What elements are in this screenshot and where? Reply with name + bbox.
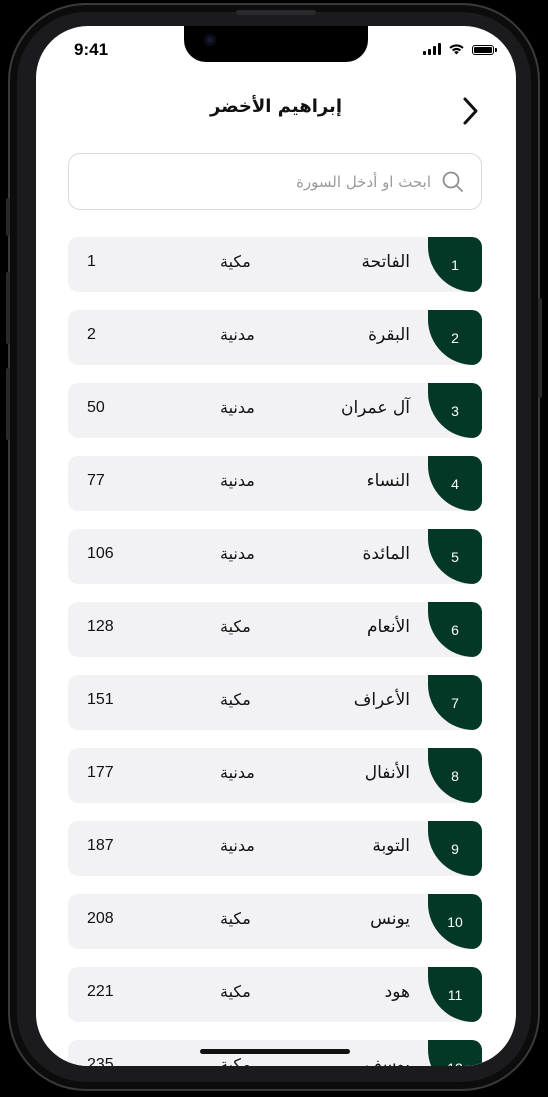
silent-switch bbox=[6, 198, 10, 236]
surah-type: مدنية bbox=[220, 763, 255, 782]
surah-row[interactable]: 7 الأعراف مكية 151 bbox=[68, 675, 482, 730]
surah-number-badge: 3 bbox=[428, 383, 482, 438]
surah-row[interactable]: 11 هود مكية 221 bbox=[68, 967, 482, 1022]
surah-type: مدنية bbox=[220, 836, 255, 855]
back-button[interactable] bbox=[458, 94, 482, 128]
surah-type: مكية bbox=[220, 252, 251, 271]
home-indicator[interactable] bbox=[200, 1049, 350, 1054]
search-input[interactable]: ابحث او أدخل السورة bbox=[296, 173, 431, 191]
surah-number-badge: 1 bbox=[428, 237, 482, 292]
status-time: 9:41 bbox=[74, 40, 109, 59]
search-icon[interactable] bbox=[441, 170, 465, 194]
surah-name: الأعراف bbox=[353, 690, 410, 710]
surah-name: يونس bbox=[370, 909, 410, 929]
surah-type: مدنية bbox=[220, 398, 255, 417]
surah-verse-count: 151 bbox=[87, 691, 114, 708]
surah-row[interactable]: 3 آل عمران مدنية 50 bbox=[68, 383, 482, 438]
surah-type: مكية bbox=[220, 982, 251, 1001]
surah-name: النساء bbox=[366, 471, 410, 491]
volume-down-button bbox=[6, 368, 10, 440]
screen: 9:41 إبراهيم الأخضر ابحث او أدخل السورة … bbox=[36, 26, 516, 1066]
header: إبراهيم الأخضر bbox=[36, 88, 516, 134]
surah-row[interactable]: 4 النساء مدنية 77 bbox=[68, 456, 482, 511]
surah-name: الأنفال bbox=[364, 763, 410, 783]
surah-name: البقرة bbox=[368, 325, 410, 345]
surah-number-badge: 12 bbox=[428, 1040, 482, 1066]
surah-row[interactable]: 8 الأنفال مدنية 177 bbox=[68, 748, 482, 803]
chevron-right-icon bbox=[463, 97, 478, 125]
notch bbox=[184, 26, 368, 62]
search-box[interactable]: ابحث او أدخل السورة bbox=[68, 153, 482, 210]
surah-number-badge: 2 bbox=[428, 310, 482, 365]
surah-name: الأنعام bbox=[366, 617, 410, 637]
surah-verse-count: 1 bbox=[87, 253, 96, 270]
surah-row[interactable]: 2 البقرة مدنية 2 bbox=[68, 310, 482, 365]
surah-number-badge: 7 bbox=[428, 675, 482, 730]
surah-name: الفاتحة bbox=[361, 252, 410, 272]
surah-row[interactable]: 1 الفاتحة مكية 1 bbox=[68, 237, 482, 292]
surah-list: 1 الفاتحة مكية 1 2 البقرة مدنية 2 3 آل عمران مدنية… bbox=[68, 237, 482, 1066]
wifi-icon bbox=[449, 44, 464, 55]
volume-up-button bbox=[6, 272, 10, 344]
surah-row[interactable]: 5 المائدة مدنية 106 bbox=[68, 529, 482, 584]
surah-name: يوسف bbox=[364, 1055, 410, 1066]
surah-number-badge: 11 bbox=[428, 967, 482, 1022]
surah-name: هود bbox=[384, 982, 410, 1002]
surah-type: مكية bbox=[220, 617, 251, 636]
status-icons bbox=[423, 43, 497, 55]
surah-verse-count: 208 bbox=[87, 910, 114, 927]
speaker-grille bbox=[236, 10, 316, 15]
power-button bbox=[538, 298, 542, 398]
surah-row[interactable]: 9 التوبة مدنية 187 bbox=[68, 821, 482, 876]
surah-row[interactable]: 6 الأنعام مكية 128 bbox=[68, 602, 482, 657]
surah-verse-count: 77 bbox=[87, 472, 105, 489]
surah-number-badge: 10 bbox=[428, 894, 482, 949]
surah-name: التوبة bbox=[372, 836, 410, 856]
surah-verse-count: 221 bbox=[87, 983, 114, 1000]
surah-type: مدنية bbox=[220, 544, 255, 563]
surah-verse-count: 2 bbox=[87, 326, 96, 343]
page-title: إبراهيم الأخضر bbox=[210, 96, 342, 117]
surah-name: المائدة bbox=[362, 544, 410, 564]
signal-icon bbox=[423, 43, 441, 55]
surah-verse-count: 235 bbox=[87, 1056, 114, 1066]
surah-number-badge: 9 bbox=[428, 821, 482, 876]
surah-type: مكية bbox=[220, 690, 251, 709]
surah-verse-count: 106 bbox=[87, 545, 114, 562]
surah-number-badge: 6 bbox=[428, 602, 482, 657]
surah-type: مدنية bbox=[220, 325, 255, 344]
surah-number-badge: 5 bbox=[428, 529, 482, 584]
surah-type: مكية bbox=[220, 909, 251, 928]
surah-row[interactable]: 10 يونس مكية 208 bbox=[68, 894, 482, 949]
battery-icon bbox=[472, 45, 497, 55]
surah-verse-count: 128 bbox=[87, 618, 114, 635]
surah-type: مدنية bbox=[220, 471, 255, 490]
surah-verse-count: 187 bbox=[87, 837, 114, 854]
surah-name: آل عمران bbox=[340, 398, 410, 418]
surah-number-badge: 4 bbox=[428, 456, 482, 511]
surah-number-badge: 8 bbox=[428, 748, 482, 803]
camera-icon bbox=[204, 34, 216, 46]
surah-verse-count: 50 bbox=[87, 399, 105, 416]
surah-verse-count: 177 bbox=[87, 764, 114, 781]
surah-type: مكية bbox=[220, 1055, 251, 1066]
